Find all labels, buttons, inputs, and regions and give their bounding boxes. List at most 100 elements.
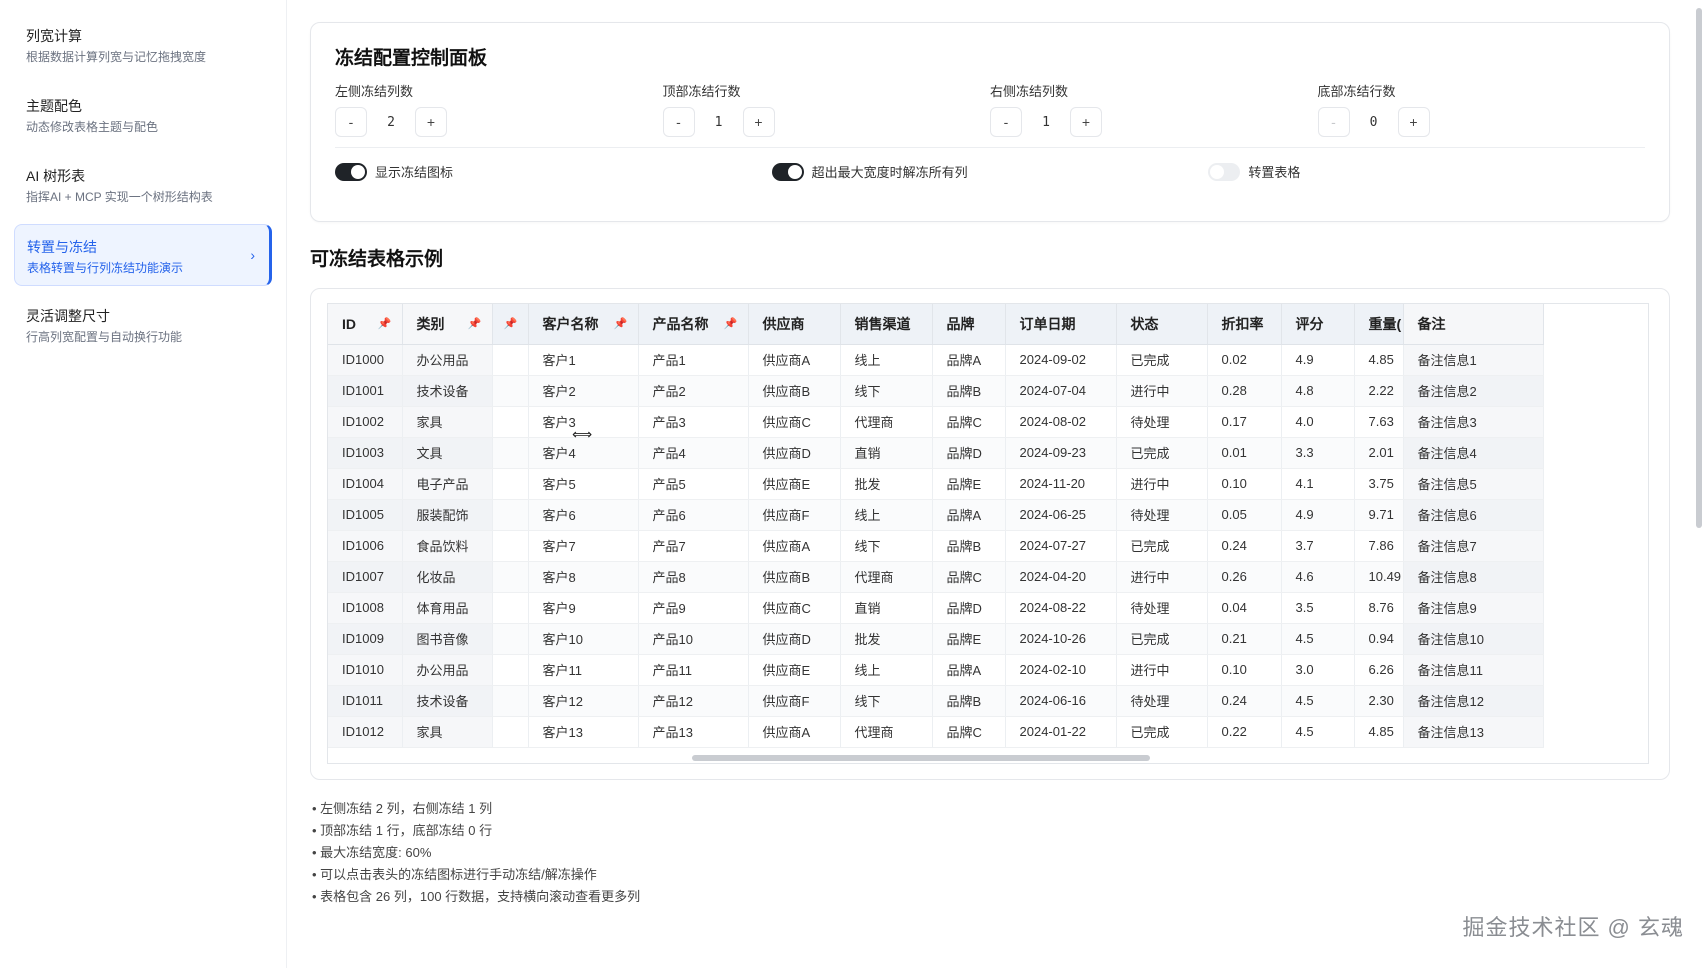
table-row[interactable]: ID1000 办公用品 客户1 产品1 供应商A 线上 品牌A 2024-09-02 已完成 0.…	[328, 344, 1544, 376]
sidebar: 列宽计算 根据数据计算列宽与记忆拖拽宽度 主题配色 动态修改表格主题与配色 AI…	[0, 0, 287, 968]
table-row[interactable]: ID1001 技术设备 客户2 产品2 供应商B 线下 品牌B 2024-07-04 进行中 0.…	[328, 375, 1544, 407]
column-header[interactable]: 📌	[492, 304, 529, 345]
table-cell: 服装配饰	[402, 499, 493, 531]
increment-button[interactable]: +	[1070, 107, 1102, 137]
table-cell	[492, 561, 529, 593]
show-freeze-icon-toggle[interactable]: 显示冻结图标	[335, 162, 772, 181]
column-header[interactable]: 订单日期	[1005, 304, 1117, 345]
toggle-switch[interactable]	[335, 162, 367, 181]
table-row[interactable]: ID1007 化妆品 客户8 产品8 供应商B 代理商 品牌C 2024-04-20 进行中 0.…	[328, 561, 1544, 593]
table-cell: 供应商E	[748, 468, 841, 500]
decrement-button[interactable]: -	[990, 107, 1022, 137]
table-cell: 7.63	[1354, 406, 1404, 438]
table-cell: ID1000	[328, 344, 403, 376]
horizontal-scrollbar[interactable]	[692, 755, 1150, 761]
table-row[interactable]: ID1011 技术设备 客户12 产品12 供应商F 线下 品牌B 2024-06-16 待处理…	[328, 685, 1544, 717]
sidebar-item-ai-tree[interactable]: AI 树形表 指挥AI + MCP 实现一个树形结构表	[14, 154, 272, 216]
data-table-viewport[interactable]: ID 📌 类别 📌 📌 客户名称 📌 产品名称 📌 供应商 销售渠道 品牌 订单日期 状…	[327, 303, 1649, 764]
table-cell: 2.22	[1354, 375, 1404, 407]
column-header[interactable]: 类别 📌	[402, 304, 493, 345]
table-cell: 0.04	[1207, 592, 1282, 624]
table-cell	[492, 685, 529, 717]
table-cell: 已完成	[1116, 530, 1208, 562]
table-cell: 0.26	[1207, 561, 1282, 593]
table-cell: 备注信息5	[1403, 468, 1544, 500]
decrement-button[interactable]: -	[662, 107, 695, 137]
table-cell: 进行中	[1116, 375, 1208, 407]
pin-icon[interactable]: 📌	[378, 317, 392, 330]
divider	[335, 147, 1645, 148]
column-header[interactable]: 客户名称 📌	[528, 304, 639, 345]
note-item: 可以点击表头的冻结图标进行手动冻结/解冻操作	[312, 864, 1670, 886]
control-label: 右侧冻结列数	[990, 84, 1069, 99]
table-cell: 备注信息13	[1403, 716, 1544, 748]
sidebar-item-desc: 指挥AI + MCP 实现一个树形结构表	[26, 190, 213, 204]
sidebar-item-desc: 行高列宽配置与自动换行功能	[26, 330, 183, 344]
column-header[interactable]: ID 📌	[328, 304, 403, 345]
table-cell	[492, 623, 529, 655]
sidebar-item-resize[interactable]: 灵活调整尺寸 行高列宽配置与自动换行功能	[14, 294, 272, 356]
table-cell: ID1004	[328, 468, 403, 500]
table-cell: 代理商	[840, 716, 933, 748]
transpose-toggle[interactable]: 转置表格	[1208, 162, 1645, 181]
table-cell: 品牌D	[932, 437, 1006, 469]
column-header[interactable]: 销售渠道	[840, 304, 933, 345]
page-scrollbar[interactable]	[1696, 8, 1702, 528]
table-row[interactable]: ID1010 办公用品 客户11 产品11 供应商E 线上 品牌A 2024-02-10 进行中…	[328, 654, 1544, 686]
pin-icon[interactable]: 📌	[614, 317, 628, 330]
column-header[interactable]: 品牌	[932, 304, 1006, 345]
pin-icon[interactable]: 📌	[468, 317, 482, 330]
table-cell: 品牌B	[932, 530, 1006, 562]
sidebar-item-label: 主题配色	[26, 98, 82, 114]
sidebar-item-transpose-freeze[interactable]: 转置与冻结 表格转置与行列冻结功能演示 ›	[14, 224, 272, 286]
table-cell: 备注信息4	[1403, 437, 1544, 469]
table-cell: 0.05	[1207, 499, 1282, 531]
table-cell: 备注信息6	[1403, 499, 1544, 531]
table-row[interactable]: ID1006 食品饮料 客户7 产品7 供应商A 线下 品牌B 2024-07-27 已完成 0.…	[328, 530, 1544, 562]
table-cell: ID1005	[328, 499, 403, 531]
increment-button[interactable]: +	[742, 107, 775, 137]
pin-icon[interactable]: 📌	[724, 317, 738, 330]
sidebar-item-column-width[interactable]: 列宽计算 根据数据计算列宽与记忆拖拽宽度	[14, 14, 272, 76]
table-cell: 产品5	[638, 468, 749, 500]
toggle-switch[interactable]	[771, 162, 804, 181]
increment-button[interactable]: +	[1397, 107, 1430, 137]
column-header[interactable]: 重量(	[1354, 304, 1404, 345]
increment-button[interactable]: +	[415, 107, 447, 137]
column-header[interactable]: 评分	[1281, 304, 1355, 345]
pin-icon[interactable]: 📌	[504, 317, 518, 330]
table-row[interactable]: ID1008 体育用品 客户9 产品9 供应商C 直销 品牌D 2024-08-22 待处理 0.…	[328, 592, 1544, 624]
table-row[interactable]: ID1004 电子产品 客户5 产品5 供应商E 批发 品牌E 2024-11-20 进行中 0.…	[328, 468, 1544, 500]
table-cell: 产品13	[638, 716, 749, 748]
decrement-button[interactable]: -	[1317, 107, 1350, 137]
table-cell: 0.28	[1207, 375, 1282, 407]
table-cell: 办公用品	[402, 654, 493, 686]
table-cell: 技术设备	[402, 685, 493, 717]
sidebar-item-theme[interactable]: 主题配色 动态修改表格主题与配色	[14, 84, 272, 146]
table-row[interactable]: ID1003 文具 客户4 产品4 供应商D 直销 品牌D 2024-09-23 已完成 0.01…	[328, 437, 1544, 469]
column-header[interactable]: 产品名称 📌	[638, 304, 749, 345]
table-cell: 供应商B	[748, 561, 841, 593]
table-cell: 备注信息3	[1403, 406, 1544, 438]
table-cell: 待处理	[1116, 685, 1208, 717]
decrement-button[interactable]: -	[335, 107, 367, 137]
table-cell: 供应商C	[748, 592, 841, 624]
table-cell: 产品10	[638, 623, 749, 655]
column-header[interactable]: 备注	[1403, 304, 1544, 345]
table-row[interactable]: ID1009 图书音像 客户10 产品10 供应商D 批发 品牌E 2024-10-26 已完成…	[328, 623, 1544, 655]
table-cell: ID1003	[328, 437, 403, 469]
column-header[interactable]: 折扣率	[1207, 304, 1282, 345]
toggle-switch[interactable]	[1208, 162, 1241, 181]
column-header[interactable]: 状态	[1116, 304, 1208, 345]
table-cell	[492, 406, 529, 438]
table-row[interactable]: ID1002 家具 客户3 产品3 供应商C 代理商 品牌C 2024-08-02 待处理 0.1…	[328, 406, 1544, 438]
table-row[interactable]: ID1012 家具 客户13 产品13 供应商A 代理商 品牌C 2024-01-22 已完成 0…	[328, 716, 1544, 748]
table-cell: 技术设备	[402, 375, 493, 407]
unfreeze-on-overflow-toggle[interactable]: 超出最大宽度时解冻所有列	[771, 162, 1209, 181]
table-row[interactable]: ID1005 服装配饰 客户6 产品6 供应商F 线上 品牌A 2024-06-25 待处理 0.…	[328, 499, 1544, 531]
notes-list: 左侧冻结 2 列，右侧冻结 1 列 顶部冻结 1 行，底部冻结 0 行 最大冻结…	[310, 798, 1670, 908]
column-resize-cursor-icon: ⟺	[572, 426, 593, 442]
column-header[interactable]: 供应商	[748, 304, 841, 345]
table-cell: 客户12	[528, 685, 639, 717]
data-table: ID 📌 类别 📌 📌 客户名称 📌 产品名称 📌 供应商 销售渠道 品牌 订单日期 状…	[328, 304, 1544, 748]
